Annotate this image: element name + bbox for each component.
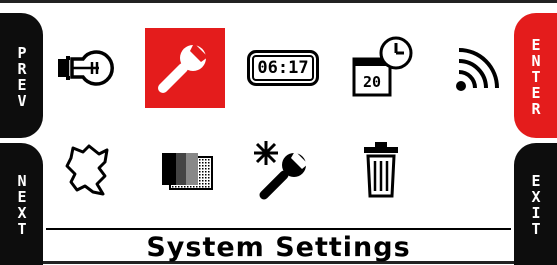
- exit-button[interactable]: EXIT: [514, 143, 557, 265]
- menu-item-wrench[interactable]: [145, 28, 225, 108]
- menu-item-date-time[interactable]: 20: [341, 28, 421, 108]
- menu-item-delete[interactable]: [341, 130, 421, 210]
- screen-title: System Settings: [146, 232, 411, 263]
- calendar-date: 20: [363, 73, 381, 91]
- title-divider: [46, 228, 511, 230]
- wrench-icon: [158, 43, 208, 93]
- wireless-signal-icon: [456, 48, 499, 91]
- map-region-icon: [65, 144, 109, 196]
- menu-item-lightbulb[interactable]: [47, 28, 127, 108]
- next-button[interactable]: NEXT: [0, 143, 43, 265]
- contrast-icon: [162, 153, 213, 190]
- prev-label: PREV: [13, 43, 31, 108]
- clock-display-icon: 06:17: [247, 50, 319, 86]
- lightbulb-icon: [58, 50, 114, 86]
- reset-settings-icon: [254, 141, 308, 200]
- menu-item-wireless[interactable]: [439, 28, 519, 108]
- exit-label: EXIT: [527, 172, 545, 236]
- menu-item-reset[interactable]: [243, 130, 323, 210]
- menu-item-contrast[interactable]: [145, 130, 225, 210]
- menu-item-map[interactable]: [47, 130, 127, 210]
- trash-icon: [364, 142, 398, 198]
- next-label: NEXT: [13, 172, 31, 236]
- menu-item-clock[interactable]: 06:17: [243, 28, 323, 108]
- enter-button[interactable]: ENTER: [514, 13, 557, 138]
- prev-button[interactable]: PREV: [0, 13, 43, 138]
- calendar-clock-icon: 20: [352, 36, 413, 97]
- enter-label: ENTER: [527, 35, 545, 116]
- device-screen: PREV NEXT ENTER EXIT 06:17 20 System Set…: [0, 0, 557, 265]
